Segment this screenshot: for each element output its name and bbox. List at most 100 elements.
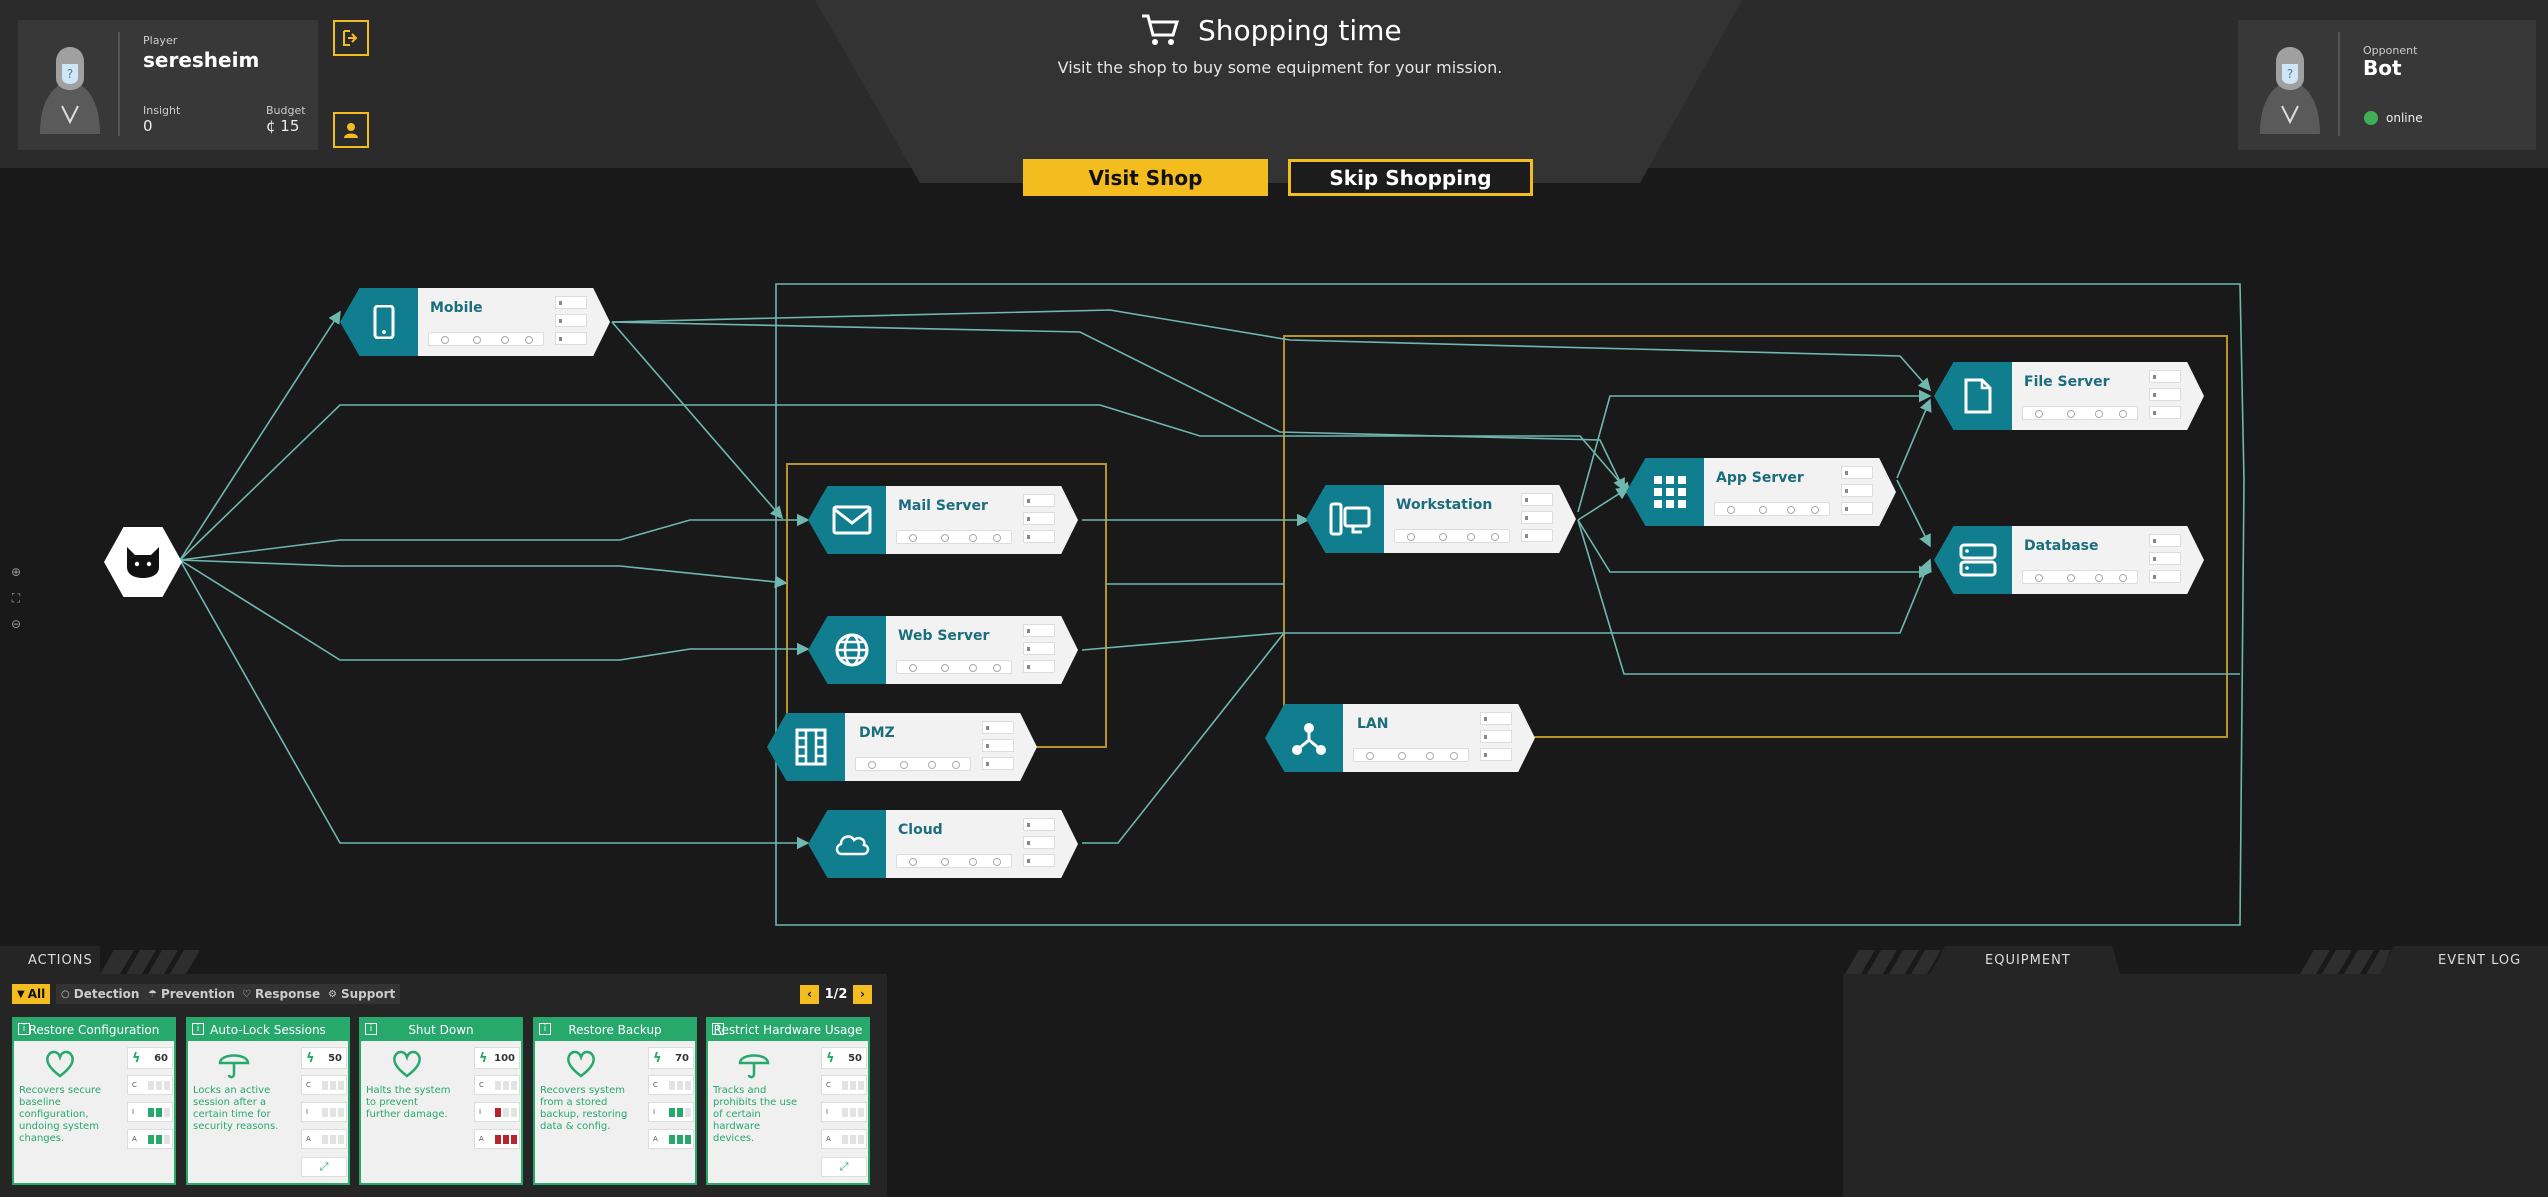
lightning-icon: ϟ bbox=[479, 1050, 488, 1066]
card-description: Recovers system from a stored backup, re… bbox=[540, 1085, 628, 1132]
expand-icon[interactable]: ⤢ bbox=[301, 1157, 347, 1177]
node-web-server[interactable]: Web Server bbox=[808, 616, 1078, 684]
action-card[interactable]: i Restore Backup Recovers system from a st… bbox=[533, 1017, 697, 1185]
node-status-badges bbox=[896, 530, 1012, 544]
cost-value: 100 bbox=[494, 1052, 515, 1064]
node-label: Cloud bbox=[898, 822, 943, 838]
zoom-in-button[interactable]: ⊕ bbox=[8, 565, 24, 581]
expand-icon[interactable]: ⤢ bbox=[821, 1157, 867, 1177]
apps-grid-icon bbox=[1654, 476, 1686, 508]
equipment-panel bbox=[1843, 974, 2548, 1197]
node-database[interactable]: Database bbox=[1934, 526, 2204, 594]
workstation-icon bbox=[1329, 502, 1371, 536]
filter-icon: ▼ bbox=[17, 988, 25, 1000]
node-cia-bars bbox=[1480, 712, 1512, 766]
cost-value: 70 bbox=[675, 1052, 689, 1064]
cia-stat: I bbox=[474, 1102, 520, 1122]
node-label: App Server bbox=[1716, 470, 1804, 486]
node-workstation[interactable]: Workstation bbox=[1306, 485, 1576, 553]
info-icon[interactable]: i bbox=[539, 1023, 551, 1035]
node-label: File Server bbox=[2024, 374, 2110, 390]
cia-stat: A bbox=[821, 1129, 867, 1149]
filter-label: Response bbox=[254, 987, 321, 1001]
fit-view-button[interactable]: ⛶ bbox=[8, 591, 24, 607]
node-cloud[interactable]: Cloud bbox=[808, 810, 1078, 878]
action-card[interactable]: i Restore Configuration Recovers secure ba… bbox=[12, 1017, 176, 1185]
card-title: Restore Configuration bbox=[28, 1023, 160, 1037]
lightning-icon: ϟ bbox=[826, 1050, 835, 1066]
info-icon[interactable]: i bbox=[192, 1023, 204, 1035]
cia-stat: C bbox=[127, 1075, 173, 1095]
actions-title: ACTIONS bbox=[28, 953, 93, 968]
node-label: Database bbox=[2024, 538, 2099, 554]
action-card[interactable]: i Restrict Hardware Usage Tracks and prohi… bbox=[706, 1017, 870, 1185]
filter-label: Prevention bbox=[160, 987, 235, 1001]
card-header: i Auto-Lock Sessions bbox=[188, 1019, 348, 1041]
node-mobile[interactable]: Mobile bbox=[340, 288, 610, 356]
node-cia-bars bbox=[1023, 818, 1055, 872]
cia-stat: A bbox=[648, 1129, 694, 1149]
page-indicator: 1/2 bbox=[824, 986, 848, 1002]
node-label: Mail Server bbox=[898, 498, 988, 514]
info-icon[interactable]: i bbox=[365, 1023, 377, 1035]
cost-value: 50 bbox=[848, 1052, 862, 1064]
cia-stat: A bbox=[127, 1129, 173, 1149]
card-pager: ‹ 1/2 › bbox=[800, 984, 872, 1004]
node-dmz[interactable]: DMZ bbox=[767, 713, 1037, 781]
cia-stat: I bbox=[127, 1102, 173, 1122]
node-cia-bars bbox=[1521, 493, 1553, 547]
card-cost: ϟ 50 bbox=[301, 1047, 347, 1069]
filter-prevention[interactable]: ☂ Prevention bbox=[143, 984, 240, 1004]
tab-stripes bbox=[2300, 950, 2390, 974]
card-description: Recovers secure baseline configuration, … bbox=[19, 1085, 102, 1144]
card-title: Auto-Lock Sessions bbox=[210, 1023, 326, 1037]
node-status-badges bbox=[1714, 502, 1830, 516]
node-label: Web Server bbox=[898, 628, 990, 644]
card-title: Restore Backup bbox=[568, 1023, 662, 1037]
filter-detection[interactable]: ○ Detection bbox=[56, 984, 145, 1004]
info-icon[interactable]: i bbox=[712, 1023, 724, 1035]
cia-stat: A bbox=[301, 1129, 347, 1149]
info-icon[interactable]: i bbox=[18, 1023, 30, 1035]
prev-page-button[interactable]: ‹ bbox=[800, 984, 819, 1004]
card-cost: ϟ 60 bbox=[127, 1047, 173, 1069]
node-status-badges bbox=[1394, 529, 1510, 543]
filter-support[interactable]: ⚙ Support bbox=[323, 984, 401, 1004]
filter-all[interactable]: ▼ All bbox=[12, 984, 51, 1004]
node-lan[interactable]: LAN bbox=[1265, 704, 1535, 772]
search-icon: ○ bbox=[61, 988, 70, 1000]
database-icon bbox=[1959, 543, 1997, 577]
node-mail-server[interactable]: Mail Server bbox=[808, 486, 1078, 554]
card-description: Locks an active session after a certain … bbox=[193, 1085, 279, 1132]
filter-label: Support bbox=[340, 987, 396, 1001]
cost-value: 50 bbox=[328, 1052, 342, 1064]
black-cat-icon bbox=[127, 547, 159, 578]
mobile-icon bbox=[373, 305, 395, 339]
card-description: Halts the system to prevent further dama… bbox=[366, 1085, 451, 1120]
card-cost: ϟ 70 bbox=[648, 1047, 694, 1069]
cia-stat: C bbox=[648, 1075, 694, 1095]
gear-icon: ⚙ bbox=[328, 988, 337, 1000]
action-card[interactable]: i Auto-Lock Sessions Locks an active sessi… bbox=[186, 1017, 350, 1185]
cia-stat: C bbox=[301, 1075, 347, 1095]
node-status-badges bbox=[896, 660, 1012, 674]
node-cia-bars bbox=[2149, 534, 2181, 588]
heart-icon bbox=[565, 1049, 597, 1083]
node-status-badges bbox=[855, 757, 971, 771]
actions-tab[interactable]: ACTIONS bbox=[0, 946, 100, 974]
globe-icon bbox=[835, 633, 869, 667]
card-cost: ϟ 50 bbox=[821, 1047, 867, 1069]
node-label: DMZ bbox=[859, 725, 895, 741]
next-page-button[interactable]: › bbox=[853, 984, 872, 1004]
node-cia-bars bbox=[2149, 370, 2181, 424]
cia-stat: I bbox=[821, 1102, 867, 1122]
action-card[interactable]: i Shut Down Halts the system to prevent fu… bbox=[359, 1017, 523, 1185]
node-cia-bars bbox=[1023, 494, 1055, 548]
node-status-badges bbox=[428, 332, 544, 346]
card-title: Shut Down bbox=[408, 1023, 474, 1037]
cost-value: 60 bbox=[154, 1052, 168, 1064]
zoom-out-button[interactable]: ⊖ bbox=[8, 617, 24, 633]
node-app-server[interactable]: App Server bbox=[1626, 458, 1896, 526]
filter-response[interactable]: ♡ Response bbox=[237, 984, 326, 1004]
node-file-server[interactable]: File Server bbox=[1934, 362, 2204, 430]
